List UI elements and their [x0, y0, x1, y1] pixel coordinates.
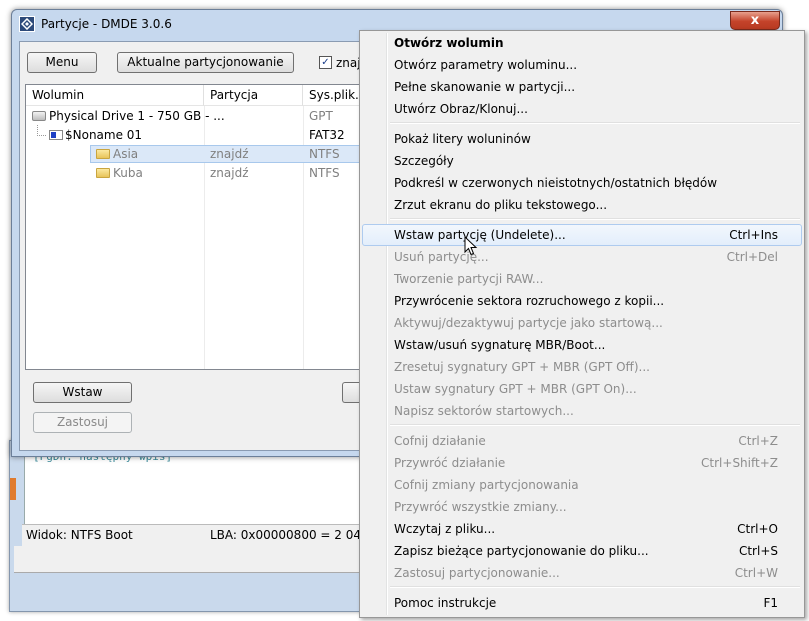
menu-item-2[interactable]: Pełne skanowanie w partycji... — [362, 76, 802, 98]
column-header-partition[interactable]: Partycja — [204, 85, 303, 106]
drive-icon — [32, 111, 46, 121]
row-volume: Kuba — [113, 166, 143, 180]
folder-icon — [96, 149, 110, 159]
menu-button[interactable]: Menu — [27, 52, 97, 73]
column-header-volume[interactable]: Wolumin — [26, 85, 204, 106]
menu-item-0[interactable]: Otwórz wolumin — [362, 32, 802, 54]
menu-item-label: Otwórz parametry woluminu... — [394, 58, 578, 72]
row-volume: Asia — [113, 147, 139, 161]
table-row[interactable]: Kuba znajdź NTFS — [26, 164, 366, 183]
menu-item-24[interactable]: Pomoc instrukcje F1 — [362, 592, 802, 614]
menu-item-label: Cofnij działanie — [394, 434, 486, 448]
menu-item-19[interactable]: Cofnij zmiany partycjonowania — [362, 474, 802, 496]
context-menu: Otwórz wolumin Otwórz parametry woluminu.… — [359, 30, 805, 618]
menu-item-label: Wczytaj z pliku... — [394, 522, 496, 536]
menu-item-shortcut: Ctrl+O — [737, 522, 778, 536]
menu-item-label: Zrzut ekranu do pliku tekstowego... — [394, 198, 608, 212]
menu-item-label: Wstaw/usuń sygnaturę MBR/Boot... — [394, 338, 606, 352]
window-title: Partycje - DMDE 3.0.6 — [41, 17, 172, 31]
menu-item-shortcut: Ctrl+Ins — [729, 228, 778, 242]
row-filesystem: NTFS — [309, 147, 340, 161]
menu-item-11[interactable]: Przywrócenie sektora rozruchowego z kopi… — [362, 290, 802, 312]
menu-item-label: Podkreśl w czerwonych nieistotnych/ostat… — [394, 176, 718, 190]
insert-button[interactable]: Wstaw — [33, 382, 132, 403]
menu-item-label: Przywrócenie sektora rozruchowego z kopi… — [394, 294, 665, 308]
menu-item-label: Wstaw partycję (Undelete)... — [394, 228, 566, 242]
menu-item-shortcut: Ctrl+Shift+Z — [701, 456, 778, 470]
menu-item-label: Napisz sektorów startowych... — [394, 404, 574, 418]
table-row-selected[interactable]: Asia znajdź NTFS — [26, 145, 366, 164]
menu-item-12[interactable]: Aktywuj/dezaktywuj partycje jako startow… — [362, 312, 802, 334]
row-partition: znajdź — [210, 147, 249, 161]
menu-item-16[interactable]: Napisz sektorów startowych... — [362, 400, 802, 422]
menu-item-21[interactable]: Wczytaj z pliku... Ctrl+O — [362, 518, 802, 540]
menu-item-1[interactable]: Otwórz parametry woluminu... — [362, 54, 802, 76]
console-panel: [PgDn: następny wpis] — [24, 447, 365, 525]
menu-separator — [390, 218, 800, 220]
menu-item-label: Tworzenie partycji RAW... — [394, 272, 544, 286]
menu-item-6[interactable]: Podkreśl w czerwonych nieistotnych/ostat… — [362, 172, 802, 194]
menu-item-9[interactable]: Usuń partycję... Ctrl+Del — [362, 246, 802, 268]
menu-item-label: Pomoc instrukcje — [394, 596, 497, 610]
menu-item-label: Pokaż litery woluninów — [394, 132, 531, 146]
row-volume: $Noname 01 — [65, 128, 143, 142]
menu-item-label: Szczegóły — [394, 154, 454, 168]
menu-item-shortcut: Ctrl+Z — [738, 434, 778, 448]
row-volume: Physical Drive 1 - 750 GB - ... — [49, 109, 225, 123]
menu-item-18[interactable]: Przywróć działanie Ctrl+Shift+Z — [362, 452, 802, 474]
apply-button[interactable]: Zastosuj — [33, 412, 132, 433]
menu-item-shortcut: Ctrl+W — [734, 566, 778, 580]
table-row[interactable]: Physical Drive 1 - 750 GB - ... GPT — [26, 107, 366, 126]
menu-item-4[interactable]: Pokaż litery woluninów — [362, 128, 802, 150]
menu-item-20[interactable]: Przywróć wszystkie zmiany... — [362, 496, 802, 518]
menu-item-23[interactable]: Zastosuj partycjonowanie... Ctrl+W — [362, 562, 802, 584]
menu-separator — [390, 122, 800, 124]
menu-item-label: Pełne skanowanie w partycji... — [394, 80, 576, 94]
main-window-bottom — [14, 546, 364, 573]
current-partitioning-button[interactable]: Aktualne partycjonowanie — [117, 52, 294, 73]
menu-item-label: Cofnij zmiany partycjonowania — [394, 478, 579, 492]
close-button[interactable]: x — [730, 11, 780, 30]
menu-item-8[interactable]: Wstaw partycję (Undelete)... Ctrl+Ins — [362, 224, 802, 246]
column-header-filesystem[interactable]: Sys.plik. — [303, 85, 366, 106]
menu-item-label: Zapisz bieżące partycjonowanie do pliku.… — [394, 544, 649, 558]
menu-item-7[interactable]: Zrzut ekranu do pliku tekstowego... — [362, 194, 802, 216]
menu-item-shortcut: Ctrl+S — [738, 544, 778, 558]
menu-item-shortcut: Ctrl+Del — [726, 250, 778, 264]
folder-icon — [96, 168, 110, 178]
table-row[interactable]: $Noname 01 FAT32 — [26, 126, 366, 145]
menu-item-14[interactable]: Zresetuj sygnatury GPT + MBR (GPT Off)..… — [362, 356, 802, 378]
status-bar: Widok: NTFS Boot LBA: 0x00000800 = 2 048… — [22, 524, 387, 547]
menu-item-10[interactable]: Tworzenie partycji RAW... — [362, 268, 802, 290]
app-icon — [19, 16, 35, 32]
menu-item-17[interactable]: Cofnij działanie Ctrl+Z — [362, 430, 802, 452]
partition-icon — [49, 130, 63, 140]
find-checkbox[interactable]: ✓ — [319, 56, 332, 69]
menu-item-22[interactable]: Zapisz bieżące partycjonowanie do pliku.… — [362, 540, 802, 562]
row-filesystem: GPT — [309, 109, 333, 123]
menu-item-label: Otwórz wolumin — [394, 36, 504, 50]
menu-item-shortcut: F1 — [763, 596, 778, 610]
menu-item-3[interactable]: Utwórz Obraz/Klonuj... — [362, 98, 802, 120]
row-filesystem: FAT32 — [309, 128, 345, 142]
menu-item-label: Zastosuj partycjonowanie... — [394, 566, 560, 580]
menu-item-label: Utwórz Obraz/Klonuj... — [394, 102, 528, 116]
side-marker — [10, 478, 16, 500]
menu-item-label: Przywróć działanie — [394, 456, 506, 470]
menu-item-label: Przywróć wszystkie zmiany... — [394, 500, 567, 514]
menu-item-13[interactable]: Wstaw/usuń sygnaturę MBR/Boot... — [362, 334, 802, 356]
menu-item-label: Zresetuj sygnatury GPT + MBR (GPT Off)..… — [394, 360, 650, 374]
menu-item-15[interactable]: Ustaw sygnatury GPT + MBR (GPT On)... — [362, 378, 802, 400]
row-partition: znajdź — [210, 166, 249, 180]
menu-item-label: Aktywuj/dezaktywuj partycje jako startow… — [394, 316, 663, 330]
menu-item-label: Ustaw sygnatury GPT + MBR (GPT On)... — [394, 382, 637, 396]
mouse-cursor-icon — [464, 236, 478, 256]
status-view: Widok: NTFS Boot — [26, 528, 133, 542]
partitions-table[interactable]: Wolumin Partycja Sys.plik. Physical Driv… — [25, 84, 367, 370]
menu-item-5[interactable]: Szczegóły — [362, 150, 802, 172]
row-filesystem: NTFS — [309, 166, 340, 180]
menu-separator — [390, 424, 800, 426]
menu-separator — [390, 586, 800, 588]
